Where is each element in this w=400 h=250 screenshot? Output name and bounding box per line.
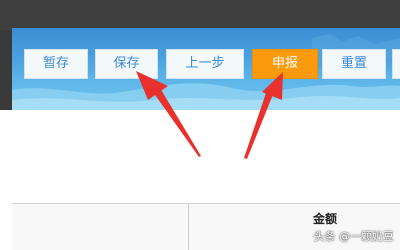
table-top-border — [12, 203, 400, 204]
action-toolbar: 暂存 保存 上一步 申报 重置 — [0, 49, 400, 79]
previous-step-button[interactable]: 上一步 — [166, 49, 244, 79]
window-top-frame — [0, 0, 400, 30]
watermark-text: 头条 @一颗奶豆 — [313, 230, 395, 243]
reset-button[interactable]: 重置 — [322, 49, 386, 79]
amount-column-header: 金额 — [312, 212, 337, 226]
table-column-divider — [188, 203, 189, 250]
more-button-partial[interactable] — [392, 49, 400, 79]
save-button[interactable]: 保存 — [95, 49, 158, 79]
save-draft-button[interactable]: 暂存 — [24, 49, 88, 79]
declare-button[interactable]: 申报 — [252, 49, 318, 79]
